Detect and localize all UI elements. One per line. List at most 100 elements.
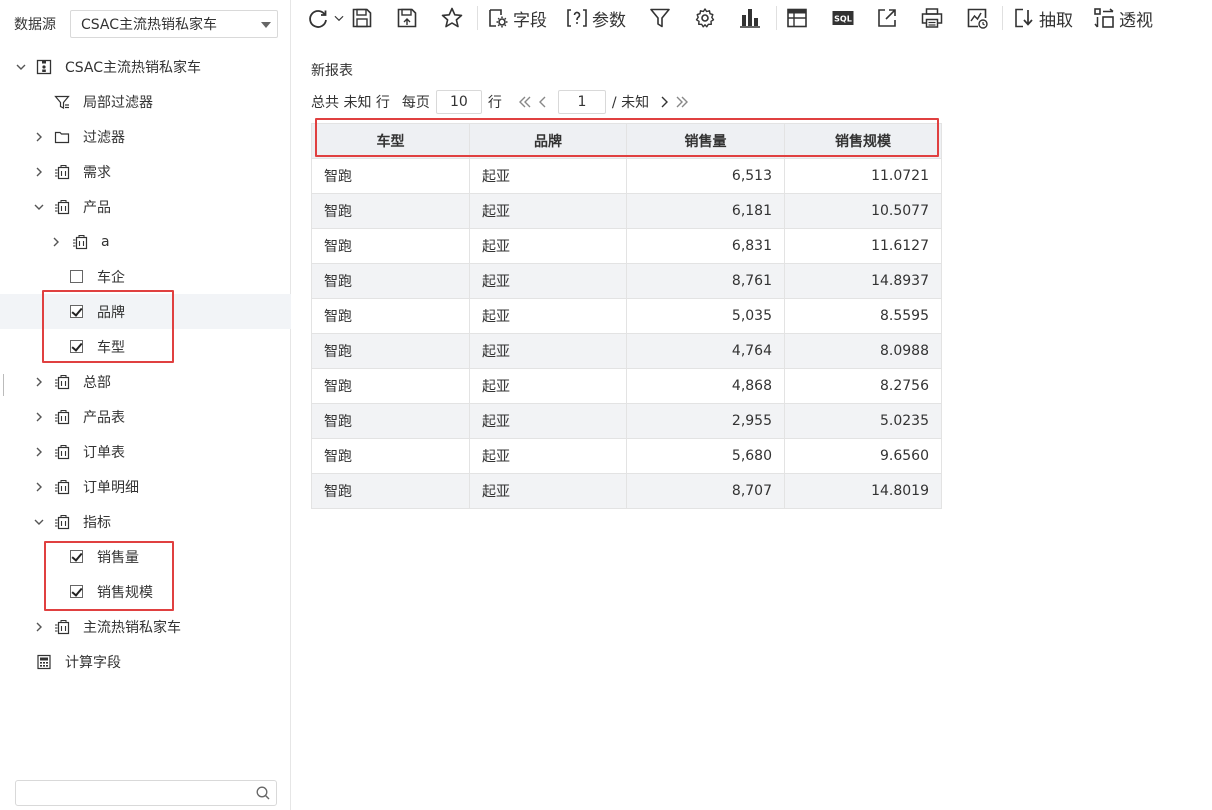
cell-sales-scale[interactable]: 8.0988 xyxy=(784,333,942,369)
cell-model[interactable]: 智跑 xyxy=(311,473,470,509)
params-button[interactable]: 参数 xyxy=(565,4,626,32)
cell-sales-scale[interactable]: 8.2756 xyxy=(784,368,942,404)
pivot-button[interactable]: 透视 xyxy=(1092,4,1153,32)
tree-node-order-table[interactable]: 订单表 xyxy=(0,434,291,469)
chevron-right-icon[interactable] xyxy=(34,130,44,144)
cell-sales-volume[interactable]: 4,868 xyxy=(626,368,785,404)
schedule-button[interactable] xyxy=(965,4,989,32)
print-button[interactable] xyxy=(920,4,944,32)
cell-brand[interactable]: 起亚 xyxy=(469,368,627,404)
cell-model[interactable]: 智跑 xyxy=(311,403,470,439)
chevron-down-icon[interactable] xyxy=(16,60,26,74)
chevron-down-icon[interactable] xyxy=(34,200,44,214)
cell-sales-volume[interactable]: 5,680 xyxy=(626,438,785,474)
current-page-input[interactable]: 1 xyxy=(557,90,606,114)
cell-sales-volume[interactable]: 8,707 xyxy=(626,473,785,509)
chevron-right-icon[interactable] xyxy=(34,620,44,634)
cell-sales-scale[interactable]: 11.0721 xyxy=(784,158,942,194)
tree-node-headquarters[interactable]: 总部 xyxy=(0,364,291,399)
cell-brand[interactable]: 起亚 xyxy=(469,298,627,334)
cell-model[interactable]: 智跑 xyxy=(311,368,470,404)
cell-brand[interactable]: 起亚 xyxy=(469,263,627,299)
tree-node-product[interactable]: 产品 xyxy=(0,189,291,224)
tree-node-product-model[interactable]: 车型 xyxy=(0,329,291,364)
tree-node-product-company[interactable]: 车企 xyxy=(0,259,291,294)
cell-model[interactable]: 智跑 xyxy=(311,263,470,299)
tree-node-product-brand[interactable]: 品牌 xyxy=(0,294,291,329)
tree-node-calc-field[interactable]: 计算字段 xyxy=(0,644,291,679)
cell-sales-volume[interactable]: 6,181 xyxy=(626,193,785,229)
chart-button[interactable] xyxy=(738,4,762,32)
cell-sales-scale[interactable]: 11.6127 xyxy=(784,228,942,264)
cell-brand[interactable]: 起亚 xyxy=(469,473,627,509)
tree-node-metric-sales-scale[interactable]: 销售规模 xyxy=(0,574,291,609)
cell-sales-volume[interactable]: 8,761 xyxy=(626,263,785,299)
tree-node-filter[interactable]: 过滤器 xyxy=(0,119,291,154)
cell-sales-scale[interactable]: 8.5595 xyxy=(784,298,942,334)
export-button[interactable] xyxy=(875,4,899,32)
cell-model[interactable]: 智跑 xyxy=(311,298,470,334)
cell-sales-volume[interactable]: 6,831 xyxy=(626,228,785,264)
checkbox-sales-scale[interactable] xyxy=(70,585,83,598)
tree-node-mainstream[interactable]: 主流热销私家车 xyxy=(0,609,291,644)
last-page-button[interactable] xyxy=(673,92,691,112)
checkbox-sales-volume[interactable] xyxy=(70,550,83,563)
datasource-select[interactable]: CSAC主流热销私家车 xyxy=(70,10,278,38)
extract-button[interactable]: 抽取 xyxy=(1012,4,1073,32)
next-page-button[interactable] xyxy=(655,92,673,112)
cell-sales-scale[interactable]: 14.8937 xyxy=(784,263,942,299)
tree-node-product-table[interactable]: 产品表 xyxy=(0,399,291,434)
cell-brand[interactable]: 起亚 xyxy=(469,158,627,194)
cell-sales-volume[interactable]: 2,955 xyxy=(626,403,785,439)
favorite-button[interactable] xyxy=(440,4,464,32)
page-size-input[interactable]: 10 xyxy=(435,90,482,114)
cell-sales-scale[interactable]: 10.5077 xyxy=(784,193,942,229)
cell-model[interactable]: 智跑 xyxy=(311,193,470,229)
cell-sales-scale[interactable]: 9.6560 xyxy=(784,438,942,474)
cell-brand[interactable]: 起亚 xyxy=(469,193,627,229)
cell-brand[interactable]: 起亚 xyxy=(469,333,627,369)
tree-node-product-a[interactable]: a xyxy=(0,224,291,259)
checkbox-product-brand[interactable] xyxy=(70,305,83,318)
tree-node-root[interactable]: CSAC主流热销私家车 xyxy=(0,49,291,84)
cell-sales-volume[interactable]: 6,513 xyxy=(626,158,785,194)
prev-page-button[interactable] xyxy=(534,92,552,112)
cell-brand[interactable]: 起亚 xyxy=(469,403,627,439)
checkbox-product-model[interactable] xyxy=(70,340,83,353)
field-search-input[interactable] xyxy=(22,781,252,805)
cell-brand[interactable]: 起亚 xyxy=(469,438,627,474)
cell-model[interactable]: 智跑 xyxy=(311,438,470,474)
first-page-button[interactable] xyxy=(516,92,534,112)
tree-node-metric-sales-volume[interactable]: 销售量 xyxy=(0,539,291,574)
chevron-right-icon[interactable] xyxy=(34,480,44,494)
chevron-right-icon[interactable] xyxy=(51,235,61,249)
save-button[interactable] xyxy=(350,4,374,32)
column-header-model[interactable]: 车型 xyxy=(311,123,470,159)
chevron-right-icon[interactable] xyxy=(34,165,44,179)
cell-model[interactable]: 智跑 xyxy=(311,158,470,194)
cell-sales-volume[interactable]: 4,764 xyxy=(626,333,785,369)
chevron-right-icon[interactable] xyxy=(34,375,44,389)
filter-button[interactable] xyxy=(648,4,672,32)
checkbox-product-company[interactable] xyxy=(70,270,83,283)
chevron-right-icon[interactable] xyxy=(34,445,44,459)
tree-node-local-filter[interactable]: 局部过滤器 xyxy=(0,84,291,119)
chevron-down-icon[interactable] xyxy=(34,515,44,529)
refresh-dropdown-button[interactable] xyxy=(332,4,346,32)
cell-sales-scale[interactable]: 14.8019 xyxy=(784,473,942,509)
column-header-sales-scale[interactable]: 销售规模 xyxy=(784,123,942,159)
refresh-button[interactable] xyxy=(306,4,330,32)
save-as-button[interactable] xyxy=(395,4,419,32)
cell-sales-scale[interactable]: 5.0235 xyxy=(784,403,942,439)
tree-node-demand[interactable]: 需求 xyxy=(0,154,291,189)
cell-model[interactable]: 智跑 xyxy=(311,228,470,264)
column-header-brand[interactable]: 品牌 xyxy=(469,123,627,159)
chevron-right-icon[interactable] xyxy=(34,410,44,424)
settings-button[interactable] xyxy=(693,4,717,32)
fields-button[interactable]: 字段 xyxy=(486,4,547,32)
cell-brand[interactable]: 起亚 xyxy=(469,228,627,264)
cell-sales-volume[interactable]: 5,035 xyxy=(626,298,785,334)
tree-node-metrics[interactable]: 指标 xyxy=(0,504,291,539)
sql-button[interactable]: SQL xyxy=(831,4,855,32)
column-header-sales-volume[interactable]: 销售量 xyxy=(626,123,785,159)
